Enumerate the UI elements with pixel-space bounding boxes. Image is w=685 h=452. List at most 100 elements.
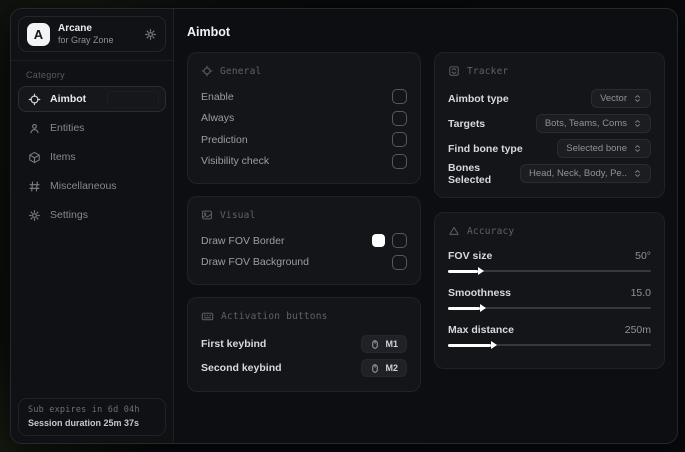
card-title-text: Accuracy [467, 225, 515, 237]
session-duration-text: Session duration 25m 37s [28, 418, 140, 428]
brand-subtitle: for Gray Zone [58, 34, 114, 45]
left-column: General Enable Always Prediction Visibil… [187, 52, 421, 392]
fov-border-controls [372, 233, 407, 249]
visual-card-title: Visual [201, 209, 407, 221]
right-column: Tracker Aimbot type Vector Targets Bots,… [434, 52, 665, 369]
slider-value: 50° [635, 249, 651, 262]
tracker-card-title: Tracker [448, 65, 651, 77]
bones-selected-select[interactable]: Head, Neck, Body, Pe.. [519, 164, 651, 183]
card-title-text: Tracker [467, 65, 509, 77]
fov-size-slider[interactable] [448, 267, 651, 275]
max-distance-slider[interactable] [448, 341, 651, 349]
slider-fill[interactable] [448, 267, 485, 275]
fov-background-checkbox[interactable] [392, 254, 407, 270]
sidebar-item-aimbot[interactable]: Aimbot [18, 86, 166, 112]
sidebar-item-entities[interactable]: Entities [18, 115, 166, 141]
visibility-check-checkbox[interactable] [392, 153, 407, 169]
keybind-label: First keybind [201, 338, 267, 350]
hash-icon [28, 180, 41, 193]
keybind-label: Second keybind [201, 362, 282, 374]
color-swatch[interactable] [372, 234, 385, 248]
tracker-icon [448, 65, 460, 77]
card-title-text: Visual [220, 209, 256, 221]
tracker-label: Bones Selected [448, 161, 492, 186]
fov-size-slider-group: FOV size 50° [448, 246, 651, 275]
brand-text: Arcane for Gray Zone [58, 23, 114, 45]
setting-row-enable: Enable [201, 86, 407, 108]
select-value: Head, Neck, Body, Pe.. [528, 168, 627, 179]
targets-select[interactable]: Bots, Teams, Coms [535, 114, 651, 133]
sidebar-item-label: Miscellaneous [50, 180, 117, 192]
category-label: Category [26, 70, 65, 80]
crosshair-icon [201, 65, 213, 77]
setting-row-fov-background: Draw FOV Background [201, 252, 407, 274]
app-window: A Arcane for Gray Zone Category Aimbot E… [10, 8, 678, 444]
crosshair-icon [28, 93, 41, 106]
setting-label: Draw FOV Border [201, 234, 285, 247]
select-value: Vector [600, 93, 627, 104]
tracker-row-bones-selected: Bones Selected Head, Neck, Body, Pe.. [448, 161, 651, 186]
smoothness-slider[interactable] [448, 304, 651, 312]
slider-fill[interactable] [448, 341, 497, 349]
subscription-card: Sub expires in 6d 04h Session duration 2… [18, 398, 166, 436]
keybind-row-second: Second keybind M2 [201, 356, 407, 380]
max-distance-slider-group: Max distance 250m [448, 320, 651, 349]
activation-card-title: Activation buttons [201, 310, 407, 323]
slider-label: FOV size [448, 249, 493, 262]
chevron-up-down-icon [633, 144, 642, 153]
chevron-up-down-icon [633, 119, 642, 128]
setting-label: Visibility check [201, 155, 270, 168]
sidebar-divider [11, 60, 173, 61]
setting-row-fov-border: Draw FOV Border [201, 230, 407, 252]
slider-label: Max distance [448, 323, 514, 336]
page-title: Aimbot [187, 25, 231, 39]
slider-label: Smoothness [448, 286, 512, 299]
cube-icon [28, 151, 41, 164]
always-checkbox[interactable] [392, 110, 407, 126]
card-title-text: General [220, 65, 262, 77]
tracker-label: Aimbot type [448, 92, 509, 105]
setting-label: Draw FOV Background [201, 256, 309, 269]
mouse-icon [370, 363, 380, 374]
find-bone-type-select[interactable]: Selected bone [557, 139, 651, 158]
slider-value: 250m [624, 323, 651, 336]
second-keybind-button[interactable]: M2 [361, 359, 407, 377]
main-content: Aimbot General Enable Always Prediction … [174, 9, 677, 443]
keybind-row-first: First keybind M1 [201, 332, 407, 356]
general-card-title: General [201, 65, 407, 77]
keybind-value: M2 [385, 363, 398, 373]
fov-border-checkbox[interactable] [392, 233, 407, 249]
sidebar-nav: Aimbot Entities Items Miscellaneous Sett… [11, 86, 173, 228]
watermark-ghost [107, 91, 159, 108]
card-title-text: Activation buttons [221, 311, 328, 322]
brand-name: Arcane [58, 23, 92, 35]
enable-checkbox[interactable] [392, 89, 407, 105]
first-keybind-button[interactable]: M1 [361, 335, 407, 353]
sidebar-item-label: Settings [50, 209, 88, 221]
general-card: General Enable Always Prediction Visibil… [187, 52, 421, 184]
tracker-row-aimbot-type: Aimbot type Vector [448, 86, 651, 111]
image-icon [201, 209, 213, 221]
triangle-icon [448, 225, 460, 237]
chevron-up-down-icon [633, 94, 642, 103]
brand-card: A Arcane for Gray Zone [18, 16, 166, 52]
setting-label: Prediction [201, 133, 248, 146]
setting-label: Enable [201, 90, 234, 103]
gear-icon [28, 209, 41, 222]
setting-label: Always [201, 112, 235, 125]
setting-row-prediction: Prediction [201, 129, 407, 151]
slider-fill[interactable] [448, 304, 488, 312]
aimbot-type-select[interactable]: Vector [591, 89, 651, 108]
gear-icon[interactable] [144, 28, 157, 41]
sidebar-item-settings[interactable]: Settings [18, 202, 166, 228]
select-value: Bots, Teams, Coms [544, 118, 627, 129]
keyboard-icon [201, 310, 214, 323]
mouse-icon [370, 339, 380, 350]
person-icon [28, 122, 41, 135]
prediction-checkbox[interactable] [392, 132, 407, 148]
tracker-card: Tracker Aimbot type Vector Targets Bots,… [434, 52, 665, 198]
sidebar-item-items[interactable]: Items [18, 144, 166, 170]
sidebar-item-miscellaneous[interactable]: Miscellaneous [18, 173, 166, 199]
setting-row-always: Always [201, 108, 407, 130]
brand-logo: A [27, 22, 50, 46]
